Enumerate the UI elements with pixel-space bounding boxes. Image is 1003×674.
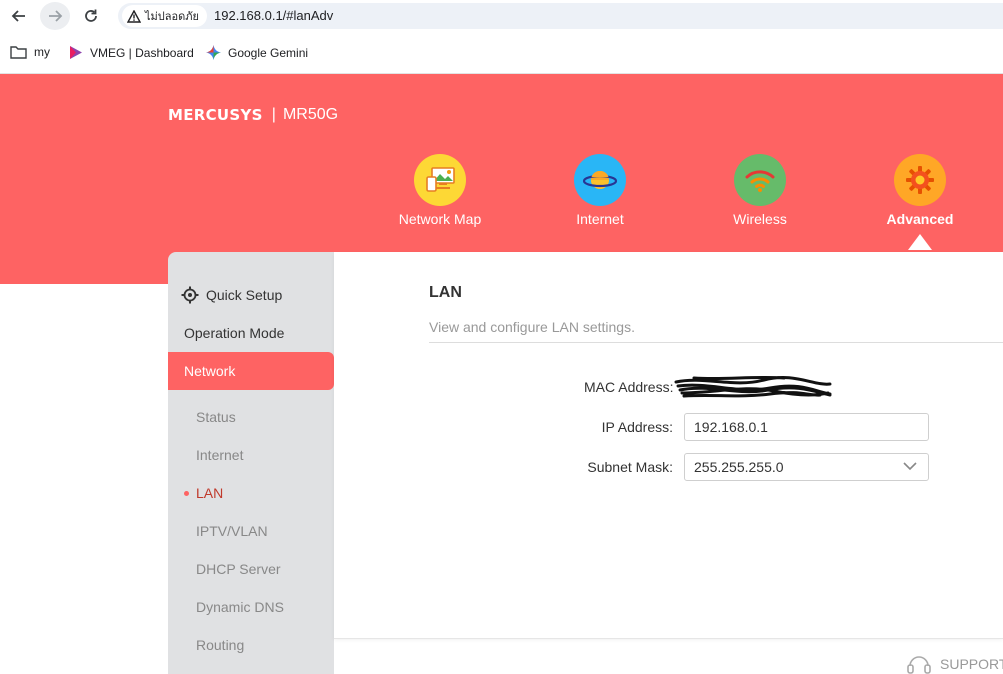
back-button[interactable] bbox=[4, 2, 34, 30]
ip-address-value: 192.168.0.1 bbox=[694, 419, 768, 435]
gear-icon bbox=[181, 286, 199, 304]
sidebar-item-label: Operation Mode bbox=[184, 325, 285, 341]
sidebar-subitem-iptv-vlan[interactable]: IPTV/VLAN bbox=[196, 512, 268, 550]
bookmark-label: Google Gemini bbox=[228, 45, 309, 60]
support-label: SUPPORT bbox=[940, 656, 1003, 672]
bookmark-label: my bbox=[34, 45, 50, 59]
sidebar-subitem-label: LAN bbox=[196, 485, 224, 501]
page-description: View and configure LAN settings. bbox=[429, 319, 635, 335]
headset-icon bbox=[906, 654, 932, 674]
brand-logo: MERCUSYS bbox=[168, 106, 263, 124]
nav-advanced[interactable]: Advanced bbox=[855, 154, 985, 227]
active-bullet-icon bbox=[184, 491, 189, 496]
browser-toolbar: ไม่ปลอดภัย 192.168.0.1/#lanAdv bbox=[0, 0, 1003, 33]
subnet-mask-select[interactable]: 255.255.255.0 bbox=[684, 453, 929, 481]
page-title: LAN bbox=[429, 284, 462, 301]
ip-address-field[interactable]: 192.168.0.1 bbox=[684, 413, 929, 441]
nav-label: Internet bbox=[576, 211, 624, 227]
sidebar-subitem-dynamic-dns[interactable]: Dynamic DNS bbox=[196, 588, 284, 626]
vmeg-logo-icon bbox=[68, 45, 83, 60]
nav-label: Wireless bbox=[733, 211, 787, 227]
wireless-icon bbox=[734, 154, 786, 206]
sidebar: Quick Setup Operation Mode Network Statu… bbox=[168, 252, 334, 674]
reload-button[interactable] bbox=[76, 2, 106, 30]
sidebar-item-network[interactable]: Network bbox=[168, 352, 334, 390]
bookmark-vmeg[interactable]: VMEG | Dashboard bbox=[68, 45, 194, 60]
network-map-icon bbox=[414, 154, 466, 206]
brand: MERCUSYS | MR50G bbox=[168, 106, 338, 124]
sidebar-subitem-routing[interactable]: Routing bbox=[196, 626, 244, 664]
sidebar-subitem-internet[interactable]: Internet bbox=[196, 436, 243, 474]
main-panel: LAN View and configure LAN settings. MAC… bbox=[334, 252, 1003, 638]
sidebar-item-quick-setup[interactable]: Quick Setup bbox=[168, 276, 334, 314]
sidebar-subitem-label: IPTV/VLAN bbox=[196, 523, 268, 539]
active-nav-pointer bbox=[908, 234, 932, 250]
footer-divider bbox=[334, 638, 1003, 639]
sidebar-subitem-label: Dynamic DNS bbox=[196, 599, 284, 615]
back-arrow-icon bbox=[11, 10, 25, 22]
chevron-down-icon bbox=[903, 462, 917, 471]
sidebar-subitem-label: DHCP Server bbox=[196, 561, 281, 577]
model-name: MR50G bbox=[282, 106, 339, 123]
nav-label: Advanced bbox=[886, 211, 954, 227]
support-link[interactable]: SUPPORT bbox=[906, 654, 1003, 674]
nav-internet[interactable]: Internet bbox=[535, 154, 665, 227]
divider bbox=[429, 342, 1003, 343]
advanced-gear-icon bbox=[894, 154, 946, 206]
forward-arrow-icon bbox=[49, 10, 63, 22]
subnet-mask-label: Subnet Mask: bbox=[587, 459, 673, 475]
folder-icon bbox=[10, 45, 27, 59]
bookmarks-bar: my VMEG | Dashboard Google Gemini bbox=[0, 33, 1003, 74]
security-chip[interactable]: ไม่ปลอดภัย bbox=[122, 5, 207, 27]
gemini-icon bbox=[206, 45, 221, 60]
sidebar-item-label: Network bbox=[184, 363, 236, 379]
reload-icon bbox=[85, 9, 97, 22]
sidebar-subitem-label: Routing bbox=[196, 637, 245, 653]
mac-address-label: MAC Address: bbox=[584, 379, 674, 395]
security-label: ไม่ปลอดภัย bbox=[145, 11, 199, 23]
nav-network-map[interactable]: Network Map bbox=[375, 154, 505, 227]
sidebar-item-label: Quick Setup bbox=[206, 287, 283, 303]
bookmark-label: VMEG | Dashboard bbox=[90, 45, 194, 60]
brand-separator: | bbox=[271, 106, 276, 123]
bookmark-gemini[interactable]: Google Gemini bbox=[206, 45, 308, 60]
sidebar-subitem-lan[interactable]: LAN bbox=[184, 474, 224, 512]
redaction-scribble bbox=[674, 375, 832, 398]
sidebar-subitem-label: Internet bbox=[196, 447, 244, 463]
nav-wireless[interactable]: Wireless bbox=[695, 154, 825, 227]
sidebar-subitem-dhcp-server[interactable]: DHCP Server bbox=[196, 550, 281, 588]
sidebar-item-operation-mode[interactable]: Operation Mode bbox=[168, 314, 334, 352]
internet-planet-icon bbox=[574, 154, 626, 206]
bookmark-my[interactable]: my bbox=[10, 45, 50, 59]
sidebar-subitem-label: Status bbox=[196, 409, 236, 425]
url-text[interactable]: 192.168.0.1/#lanAdv bbox=[214, 8, 333, 23]
subnet-mask-value: 255.255.255.0 bbox=[694, 459, 784, 475]
ip-address-label: IP Address: bbox=[601, 419, 673, 435]
sidebar-subitem-status[interactable]: Status bbox=[196, 398, 236, 436]
warning-icon bbox=[127, 9, 141, 23]
forward-button[interactable] bbox=[40, 2, 70, 30]
nav-label: Network Map bbox=[398, 211, 482, 227]
